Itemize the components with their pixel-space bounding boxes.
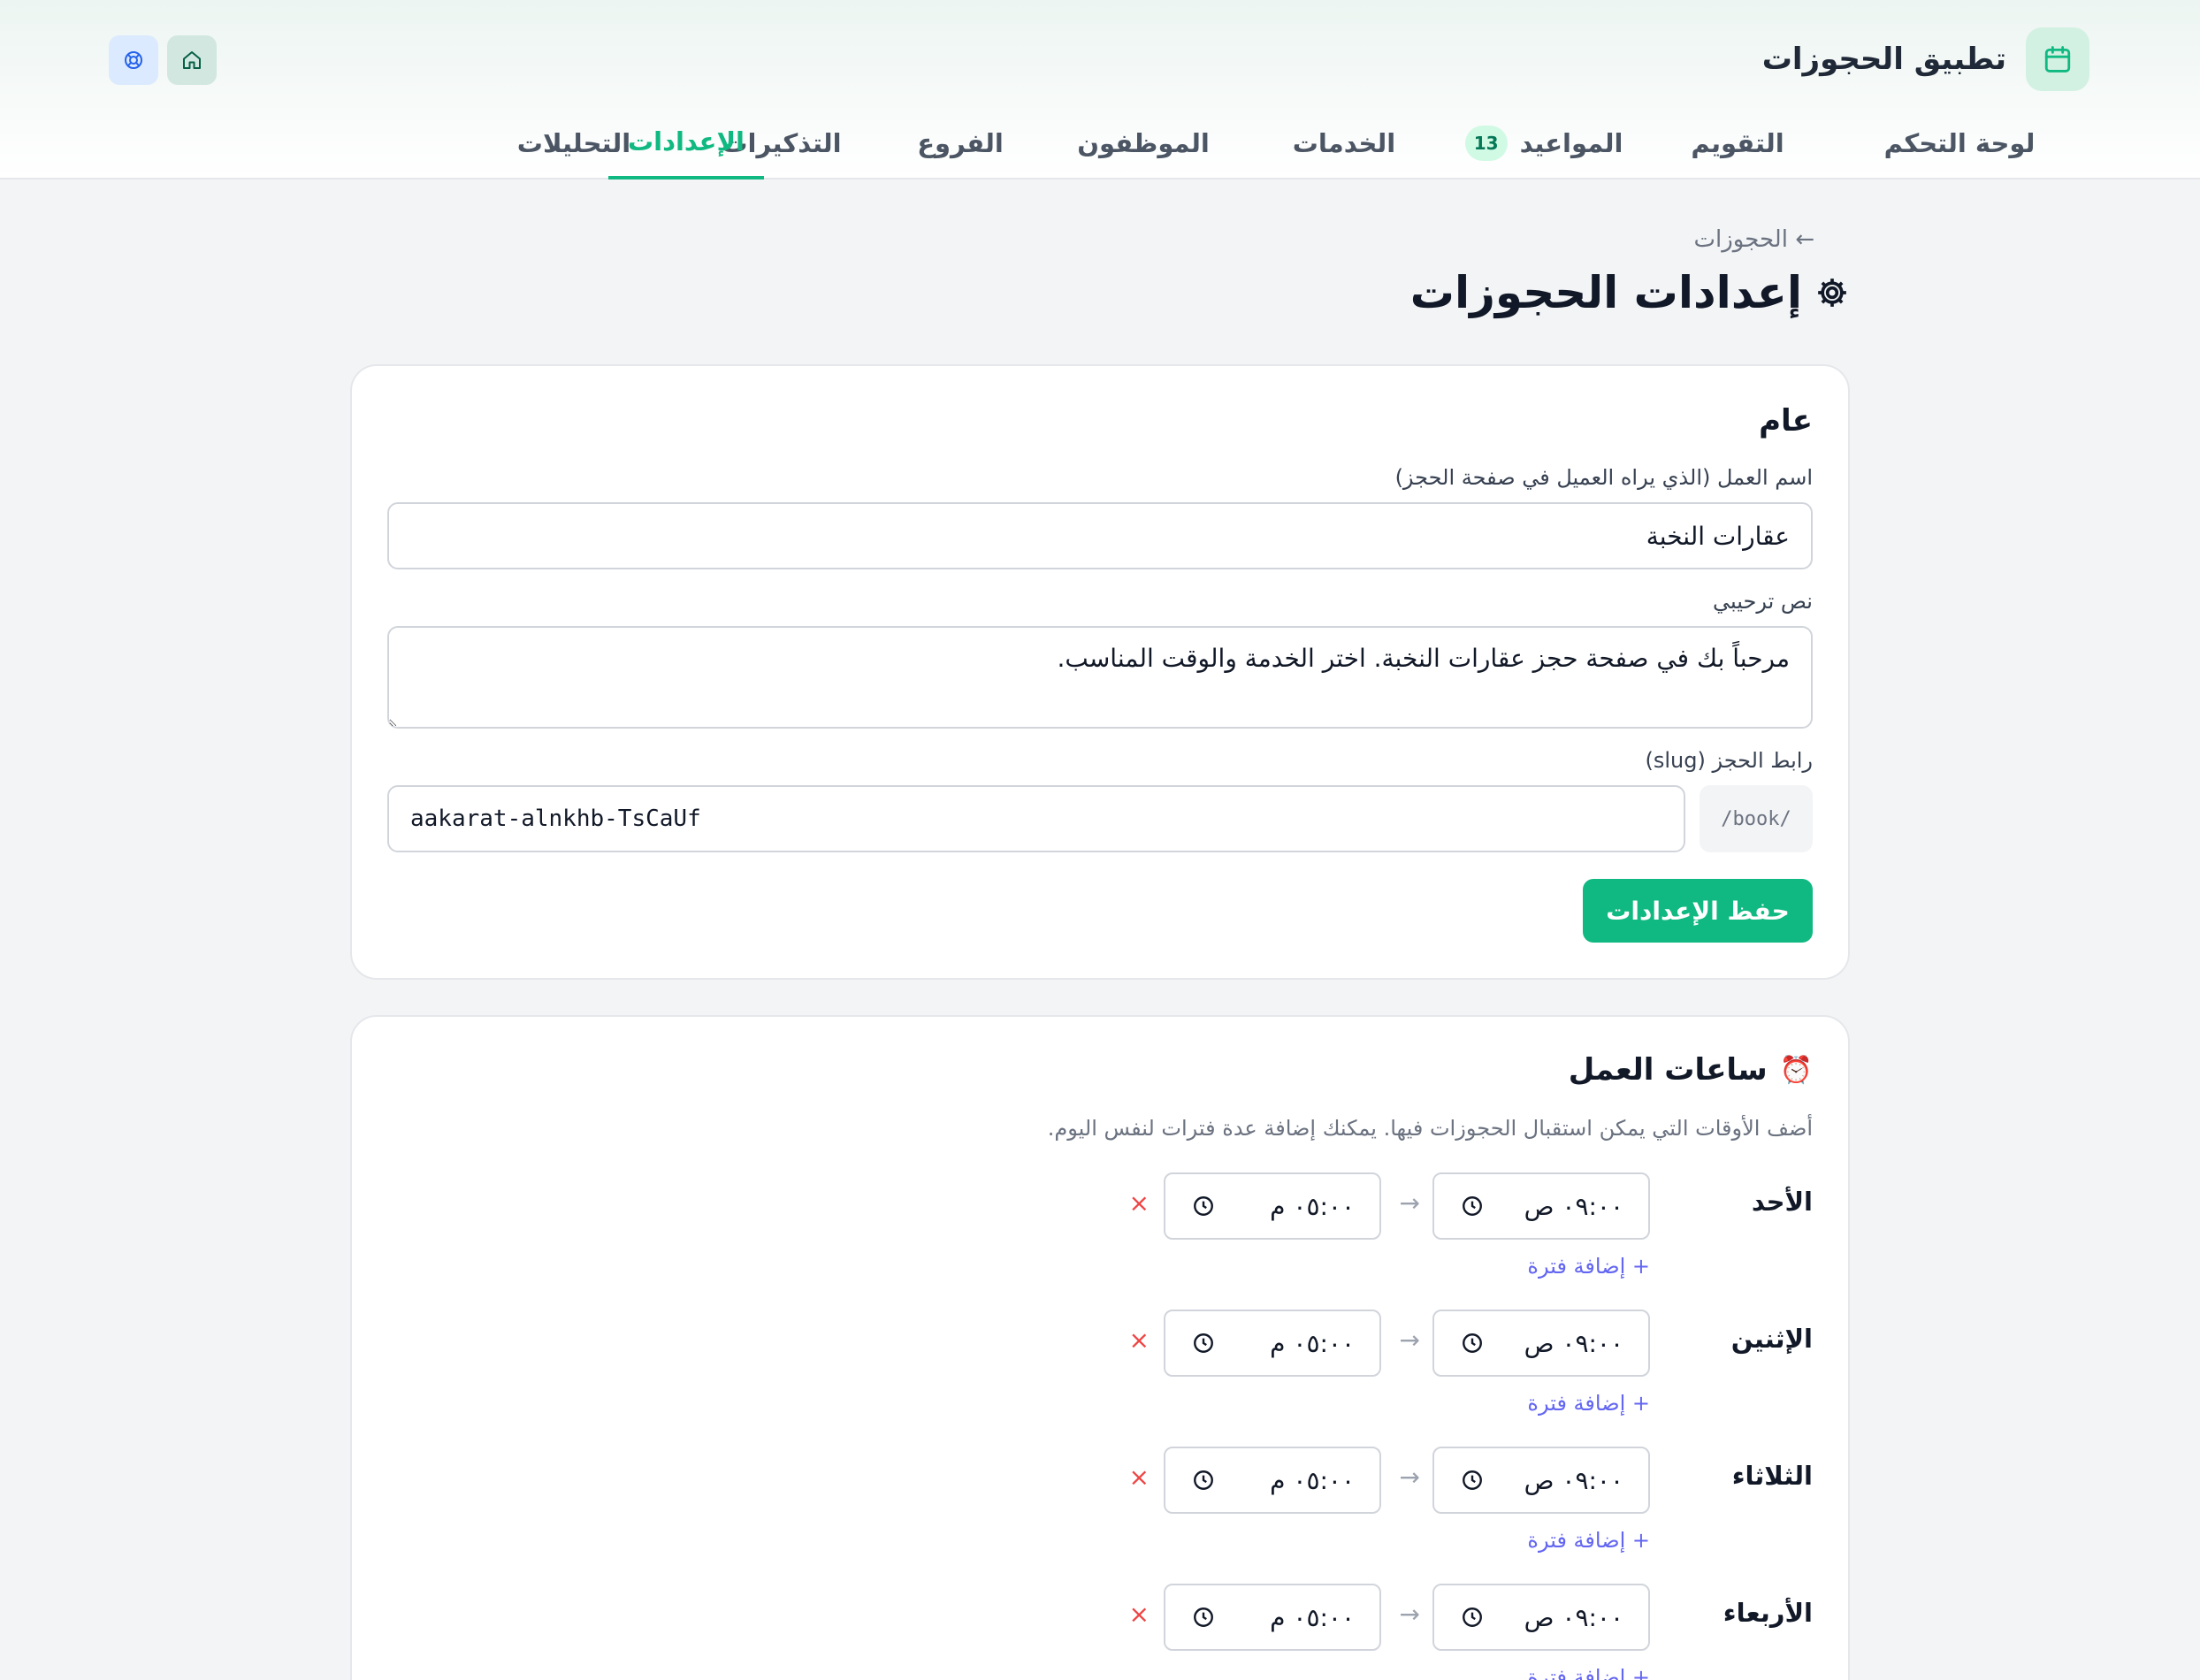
nav-services[interactable]: الخدمات [1256,106,1432,179]
home-button[interactable] [167,35,217,85]
breadcrumb-back[interactable]: ← الحجوزات [1694,226,1814,253]
start-time-input[interactable]: ٠٩:٠٠ ص [1432,1310,1650,1377]
start-time-input-value: ٠٩:٠٠ ص [1524,1602,1623,1632]
start-time-input-value: ٠٩:٠٠ ص [1524,1191,1623,1221]
day-label: الثلاثاء [1731,1461,1813,1491]
add-period-link[interactable]: + إضافة فترة [1527,1254,1650,1279]
clock-icon [1461,1469,1484,1492]
business-name-input[interactable] [387,502,1813,569]
main-nav: لوحة التحكم التقويم المواعيد 13 الخدمات … [0,106,2200,179]
end-time-input[interactable]: ٠٥:٠٠ م [1164,1447,1381,1514]
booking-slug-label: رابط الحجز (slug) [1645,748,1813,773]
remove-period-icon[interactable]: × [1129,1325,1150,1355]
start-time-input[interactable]: ٠٩:٠٠ ص [1432,1584,1650,1651]
remove-period-icon[interactable]: × [1129,1600,1150,1629]
lifebuoy-icon [125,51,142,69]
nav-settings[interactable]: الإعدادات [608,106,764,179]
start-time-input-value: ٠٩:٠٠ ص [1524,1328,1623,1358]
general-section-title: عام [1759,403,1813,439]
welcome-text-textarea[interactable]: مرحباً بك في صفحة حجز عقارات النخبة. اخت… [387,626,1813,729]
end-time-input-value: ٠٥:٠٠ م [1270,1465,1355,1495]
nav-dashboard[interactable]: لوحة التحكم [1845,106,2074,179]
end-time-input[interactable]: ٠٥:٠٠ م [1164,1310,1381,1377]
add-period-link[interactable]: + إضافة فترة [1527,1665,1650,1680]
clock-icon [1461,1195,1484,1218]
slug-prefix: /book/ [1700,785,1813,852]
clock-icon [1192,1606,1215,1629]
clock-icon [1461,1332,1484,1355]
welcome-text-label: نص ترحيبي [1713,589,1813,614]
clock-icon [1192,1332,1215,1355]
calendar-icon [2026,27,2089,91]
general-settings-card: عام اسم العمل (الذي يراه العميل في صفحة … [350,364,1850,980]
appointments-count-badge: 13 [1464,125,1508,161]
home-icon [183,51,201,69]
end-time-input[interactable]: ٠٥:٠٠ م [1164,1584,1381,1651]
nav-calendar[interactable]: التقويم [1654,106,1822,179]
add-period-link[interactable]: + إضافة فترة [1527,1528,1650,1553]
working-hours-title: ⏰ ساعات العمل [1568,1052,1813,1088]
business-name-label: اسم العمل (الذي يراه العميل في صفحة الحج… [1394,465,1813,490]
day-label: الأحد [1751,1187,1813,1217]
arrow-icon: → [1399,1600,1420,1629]
end-time-input-value: ٠٥:٠٠ م [1270,1328,1355,1358]
arrow-icon: → [1399,1325,1420,1355]
day-label: الأربعاء [1723,1598,1813,1628]
start-time-input-value: ٠٩:٠٠ ص [1524,1465,1623,1495]
help-button[interactable] [109,35,158,85]
top-header: تطبيق الحجوزات لوحة التحكم التقويم الموا… [0,0,2200,179]
alarm-clock-icon: ⏰ [1779,1054,1813,1086]
clock-icon [1192,1195,1215,1218]
gear-icon [1818,279,1846,307]
start-time-input[interactable]: ٠٩:٠٠ ص [1432,1172,1650,1240]
end-time-input[interactable]: ٠٥:٠٠ م [1164,1172,1381,1240]
clock-icon [1192,1469,1215,1492]
add-period-link[interactable]: + إضافة فترة [1527,1391,1650,1416]
nav-staff[interactable]: الموظفون [1033,106,1254,179]
arrow-icon: → [1399,1188,1420,1218]
clock-icon [1461,1606,1484,1629]
remove-period-icon[interactable]: × [1129,1188,1150,1218]
save-settings-button[interactable]: حفظ الإعدادات [1583,879,1813,943]
working-hours-hint: أضف الأوقات التي يمكن استقبال الحجوزات ف… [1047,1116,1813,1141]
end-time-input-value: ٠٥:٠٠ م [1270,1602,1355,1632]
end-time-input-value: ٠٥:٠٠ م [1270,1191,1355,1221]
start-time-input[interactable]: ٠٩:٠٠ ص [1432,1447,1650,1514]
nav-branches[interactable]: الفروع [890,106,1031,179]
remove-period-icon[interactable]: × [1129,1462,1150,1492]
working-hours-card: ⏰ ساعات العمل أضف الأوقات التي يمكن استق… [350,1015,1850,1680]
brand: تطبيق الحجوزات [1762,27,2089,91]
app-title: تطبيق الحجوزات [1761,42,2006,77]
nav-appointments[interactable]: المواعيد 13 [1438,106,1650,179]
arrow-icon: → [1399,1462,1420,1492]
top-actions [109,35,217,85]
booking-slug-input[interactable] [387,785,1685,852]
page-title: إعدادات الحجوزات [1410,267,1850,318]
day-label: الإثنين [1730,1324,1813,1354]
